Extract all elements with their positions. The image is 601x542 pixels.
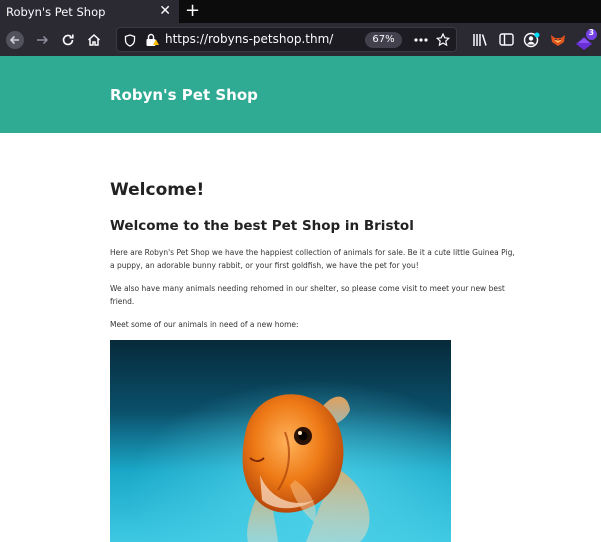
- back-arrow-icon[interactable]: [2, 23, 28, 56]
- shelter-paragraph: We also have many animals needing rehome…: [110, 284, 505, 306]
- page-subheading: Welcome to the best Pet Shop in Bristol: [110, 218, 414, 234]
- intro-paragraph: Here are Robyn's Pet Shop we have the ha…: [110, 248, 515, 270]
- account-icon[interactable]: [520, 23, 544, 56]
- fox-extension-icon[interactable]: [546, 23, 570, 56]
- star-icon[interactable]: [435, 32, 451, 48]
- sidebar-icon[interactable]: [494, 23, 518, 56]
- library-icon[interactable]: [468, 23, 492, 56]
- extension-badge-count: 3: [588, 28, 594, 37]
- url-text[interactable]: https://robyns-petshop.thm/: [165, 32, 333, 46]
- site-title[interactable]: Robyn's Pet Shop: [110, 86, 258, 104]
- navigation-toolbar: https://robyns-petshop.thm/ 67% 3: [0, 23, 601, 56]
- browser-tab[interactable]: Robyn's Pet Shop ✕: [0, 0, 179, 23]
- page-heading: Welcome!: [110, 180, 205, 200]
- forward-arrow-icon[interactable]: [30, 23, 54, 56]
- zoom-level[interactable]: 67%: [365, 32, 402, 48]
- more-dots-icon[interactable]: [413, 32, 429, 48]
- shield-icon[interactable]: [123, 32, 137, 48]
- extension-badge-icon[interactable]: 3: [572, 23, 598, 56]
- home-icon[interactable]: [82, 23, 106, 56]
- reload-icon[interactable]: [56, 23, 80, 56]
- site-header: Robyn's Pet Shop: [0, 56, 601, 133]
- tab-title: Robyn's Pet Shop: [6, 4, 106, 19]
- url-bar[interactable]: https://robyns-petshop.thm/ 67%: [116, 27, 457, 52]
- tab-strip: Robyn's Pet Shop ✕ +: [0, 0, 601, 23]
- goldfish-photo: [110, 340, 451, 542]
- animals-intro-paragraph: Meet some of our animals in need of a ne…: [110, 320, 299, 329]
- close-icon[interactable]: ✕: [159, 3, 171, 19]
- new-tab-icon[interactable]: +: [185, 1, 200, 21]
- lock-warning-icon[interactable]: [144, 32, 160, 48]
